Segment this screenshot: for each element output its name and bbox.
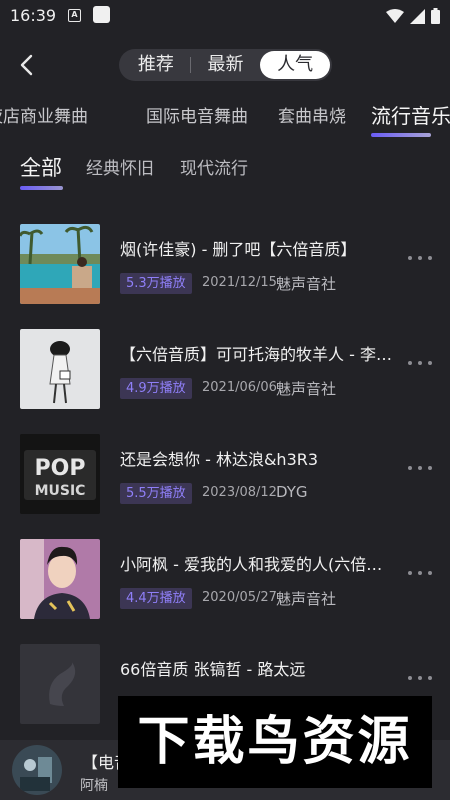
song-title: 小阿枫 - 爱我的人和我爱的人(六倍音质) [120, 555, 395, 574]
status-bar: 16:39 A [0, 0, 450, 32]
song-title: 还是会想你 - 林达浪&h3R3 [120, 450, 319, 469]
song-author: 魅声音社 [276, 590, 337, 608]
more-options-icon[interactable] [408, 361, 432, 367]
tab-recommended[interactable]: 推荐 [121, 51, 191, 79]
more-options-icon[interactable] [408, 571, 432, 577]
song-title: 66倍音质 张镐哲 - 路太远 [120, 660, 306, 679]
tab-latest[interactable]: 最新 [191, 51, 261, 79]
player-cover [12, 745, 62, 795]
sort-segmented-control: 推荐 最新 人气 [119, 49, 332, 81]
list-item[interactable]: POP MUSIC 还是会想你 - 林达浪&h3R3 5.5万播放 2023/0… [0, 422, 450, 522]
pool-resort-cover [20, 224, 100, 304]
play-count-badge: 5.3万播放 [120, 273, 192, 294]
category-underline [371, 133, 431, 137]
player-artist: 阿楠 [80, 778, 108, 794]
header: 推荐 最新 人气 [0, 45, 450, 85]
list-item[interactable]: 烟(许佳豪) - 删了吧【六倍音质】 5.3万播放 2021/12/15 魅声音… [0, 212, 450, 312]
back-arrow-icon[interactable] [16, 51, 40, 79]
category-medley[interactable]: 套曲串烧 [278, 102, 346, 127]
status-icons [386, 8, 440, 24]
signal-icon [410, 8, 425, 24]
placeholder-cover [20, 644, 100, 724]
cover-pop-text: POP [35, 456, 86, 481]
song-author: 魅声音社 [276, 275, 337, 293]
watermark: 下载鸟资源 [118, 696, 432, 788]
song-title: 烟(许佳豪) - 删了吧【六倍音质】 [120, 240, 357, 259]
tab-divider [190, 57, 191, 73]
song-date: 2023/08/12 [202, 485, 277, 500]
play-count-badge: 4.4万播放 [120, 588, 192, 609]
category-tabs: 夜店商业舞曲 国际电音舞曲 套曲串烧 流行音乐 [0, 96, 450, 142]
category-pop[interactable]: 流行音乐 [371, 100, 450, 129]
subtab-classic[interactable]: 经典怀旧 [86, 154, 154, 179]
wifi-icon [386, 9, 404, 23]
subtab-underline [20, 186, 63, 190]
battery-icon [431, 8, 440, 24]
song-date: 2021/12/15 [202, 275, 277, 290]
notification-square-icon [93, 6, 110, 23]
tab-popular[interactable]: 人气 [260, 51, 331, 79]
category-edm[interactable]: 国际电音舞曲 [146, 102, 248, 127]
pop-music-cover: POP MUSIC [20, 434, 100, 514]
play-count-badge: 4.9万播放 [120, 378, 192, 399]
more-options-icon[interactable] [408, 676, 432, 682]
song-date: 2020/05/27 [202, 590, 277, 605]
song-date: 2021/06/06 [202, 380, 277, 395]
list-item[interactable]: 【六倍音质】可可托海的牧羊人 - 李维瑶 4.9万播放 2021/06/06 魅… [0, 317, 450, 417]
notification-a-icon: A [68, 9, 81, 22]
girl-sketch-cover [20, 329, 100, 409]
subtab-all[interactable]: 全部 [20, 152, 62, 182]
subtab-modern[interactable]: 现代流行 [180, 154, 248, 179]
cover-music-text: MUSIC [35, 483, 86, 499]
song-title: 【六倍音质】可可托海的牧羊人 - 李维瑶 [120, 345, 395, 364]
more-options-icon[interactable] [408, 256, 432, 262]
more-options-icon[interactable] [408, 466, 432, 472]
song-author: 魅声音社 [276, 380, 337, 398]
song-author: DYG [276, 483, 308, 501]
play-count-badge: 5.5万播放 [120, 483, 192, 504]
sub-tabs: 全部 经典怀旧 现代流行 [0, 148, 450, 194]
singer-portrait-cover [20, 539, 100, 619]
list-item[interactable]: 小阿枫 - 爱我的人和我爱的人(六倍音质) 4.4万播放 2020/05/27 … [0, 527, 450, 627]
category-nightclub[interactable]: 夜店商业舞曲 [0, 102, 88, 127]
status-time: 16:39 [10, 6, 57, 25]
